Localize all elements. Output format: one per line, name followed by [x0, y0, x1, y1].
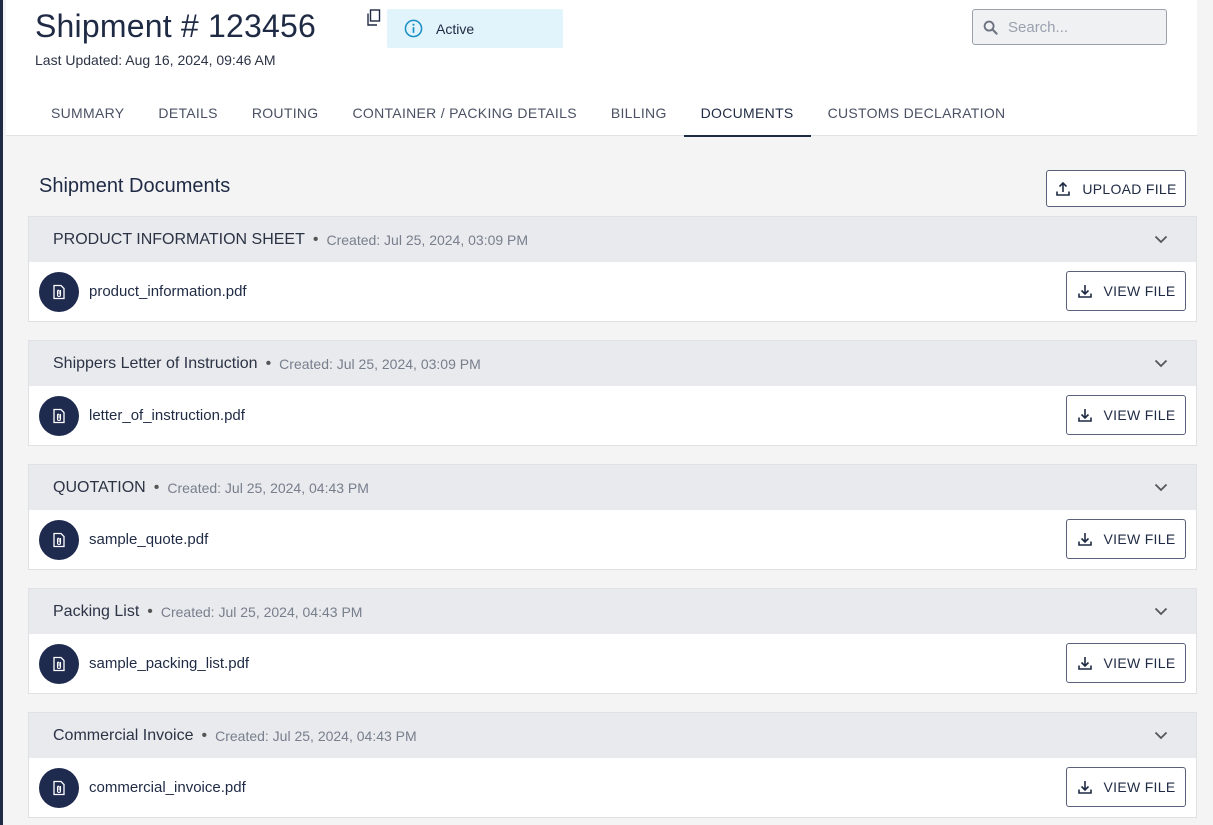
document-card-body: sample_packing_list.pdf VIEW FILE — [29, 634, 1196, 693]
search-input[interactable] — [1008, 18, 1148, 36]
view-file-button[interactable]: VIEW FILE — [1066, 643, 1186, 683]
view-file-button[interactable]: VIEW FILE — [1066, 395, 1186, 435]
document-created: Created: Jul 25, 2024, 04:43 PM — [167, 479, 369, 496]
document-card: Shippers Letter of Instruction • Created… — [28, 340, 1197, 446]
document-type: Commercial Invoice — [53, 726, 194, 744]
document-card: QUOTATION • Created: Jul 25, 2024, 04:43… — [28, 464, 1197, 570]
tab-summary[interactable]: SUMMARY — [6, 90, 141, 136]
document-card: Commercial Invoice • Created: Jul 25, 20… — [28, 712, 1197, 818]
status-badge: Active — [387, 9, 563, 48]
chevron-down-icon[interactable] — [1153, 355, 1169, 371]
document-created: Created: Jul 25, 2024, 04:43 PM — [160, 603, 363, 620]
file-name: sample_packing_list.pdf — [89, 655, 250, 672]
file-avatar — [39, 767, 79, 808]
paperclip-file-icon — [53, 532, 65, 547]
app-frame: Shipment # 123456 Last Updated: Aug 16, … — [0, 0, 1213, 825]
document-type: Shippers Letter of Instruction — [53, 354, 258, 372]
chevron-down-icon[interactable] — [1153, 479, 1169, 495]
tab-container-packing-details[interactable]: CONTAINER / PACKING DETAILS — [335, 90, 593, 136]
separator-dot: • — [265, 354, 272, 372]
chevron-down-icon[interactable] — [1153, 231, 1169, 247]
search-icon — [983, 20, 998, 35]
file-avatar — [39, 271, 79, 312]
download-icon — [1077, 285, 1092, 298]
view-file-button[interactable]: VIEW FILE — [1066, 767, 1186, 807]
paperclip-file-icon — [53, 284, 65, 299]
separator-dot: • — [312, 230, 319, 248]
file-name: letter_of_instruction.pdf — [89, 407, 245, 424]
view-file-label: VIEW FILE — [1103, 531, 1176, 547]
file-name: product_information.pdf — [89, 283, 247, 300]
tab-customs-declaration[interactable]: CUSTOMS DECLARATION — [811, 90, 1023, 136]
download-icon — [1077, 657, 1092, 670]
separator-dot: • — [153, 478, 160, 496]
document-card-header[interactable]: Packing List • Created: Jul 25, 2024, 04… — [29, 589, 1196, 634]
chevron-down-icon[interactable] — [1153, 603, 1169, 619]
copy-icon[interactable] — [366, 9, 382, 27]
file-avatar — [39, 395, 79, 436]
document-created: Created: Jul 25, 2024, 04:43 PM — [215, 727, 417, 744]
document-created: Created: Jul 25, 2024, 03:09 PM — [279, 355, 481, 372]
tab-details[interactable]: DETAILS — [141, 90, 234, 136]
paperclip-file-icon — [53, 656, 65, 671]
upload-file-label: UPLOAD FILE — [1082, 180, 1177, 197]
document-card-body: letter_of_instruction.pdf VIEW FILE — [29, 386, 1196, 445]
tab-documents[interactable]: DOCUMENTS — [683, 90, 811, 137]
document-type: QUOTATION — [53, 478, 146, 496]
upload-icon — [1056, 181, 1071, 196]
document-card-header[interactable]: QUOTATION • Created: Jul 25, 2024, 04:43… — [29, 465, 1196, 510]
download-icon — [1077, 409, 1092, 422]
document-list: PRODUCT INFORMATION SHEET • Created: Jul… — [28, 216, 1197, 818]
document-card: Packing List • Created: Jul 25, 2024, 04… — [28, 588, 1197, 694]
section-title: Shipment Documents — [39, 175, 231, 197]
document-card-header[interactable]: PRODUCT INFORMATION SHEET • Created: Jul… — [29, 217, 1196, 262]
document-type: PRODUCT INFORMATION SHEET — [53, 230, 305, 248]
tab-routing[interactable]: ROUTING — [235, 90, 336, 136]
document-card-body: sample_quote.pdf VIEW FILE — [29, 510, 1196, 569]
view-file-button[interactable]: VIEW FILE — [1066, 519, 1186, 559]
tab-bar: SUMMARY DETAILS ROUTING CONTAINER / PACK… — [6, 90, 1023, 137]
page-header: Shipment # 123456 Last Updated: Aug 16, … — [6, 0, 1197, 137]
download-icon — [1077, 533, 1092, 546]
view-file-label: VIEW FILE — [1103, 655, 1176, 671]
document-created: Created: Jul 25, 2024, 03:09 PM — [326, 231, 529, 248]
view-file-button[interactable]: VIEW FILE — [1066, 271, 1186, 311]
view-file-label: VIEW FILE — [1103, 407, 1176, 423]
file-avatar — [39, 643, 79, 684]
document-card-header[interactable]: Commercial Invoice • Created: Jul 25, 20… — [29, 713, 1196, 758]
document-type: Packing List — [53, 602, 140, 620]
document-card-header[interactable]: Shippers Letter of Instruction • Created… — [29, 341, 1196, 386]
paperclip-file-icon — [53, 780, 65, 795]
document-card-body: product_information.pdf VIEW FILE — [29, 262, 1196, 321]
info-icon — [404, 19, 423, 38]
page-title: Shipment # 123456 — [35, 8, 316, 44]
file-name: sample_quote.pdf — [89, 531, 209, 548]
document-card-body: commercial_invoice.pdf VIEW FILE — [29, 758, 1196, 817]
download-icon — [1077, 781, 1092, 794]
status-label: Active — [436, 20, 475, 37]
view-file-label: VIEW FILE — [1103, 779, 1176, 795]
document-card: PRODUCT INFORMATION SHEET • Created: Jul… — [28, 216, 1197, 322]
separator-dot: • — [201, 726, 208, 744]
chevron-down-icon[interactable] — [1153, 727, 1169, 743]
file-name: commercial_invoice.pdf — [89, 779, 246, 796]
last-updated-text: Last Updated: Aug 16, 2024, 09:46 AM — [35, 52, 276, 68]
view-file-label: VIEW FILE — [1103, 283, 1176, 299]
search-box[interactable] — [972, 9, 1167, 45]
tab-billing[interactable]: BILLING — [594, 90, 684, 136]
upload-file-button[interactable]: UPLOAD FILE — [1046, 170, 1186, 207]
paperclip-file-icon — [53, 408, 65, 423]
file-avatar — [39, 519, 79, 560]
separator-dot: • — [147, 602, 153, 620]
